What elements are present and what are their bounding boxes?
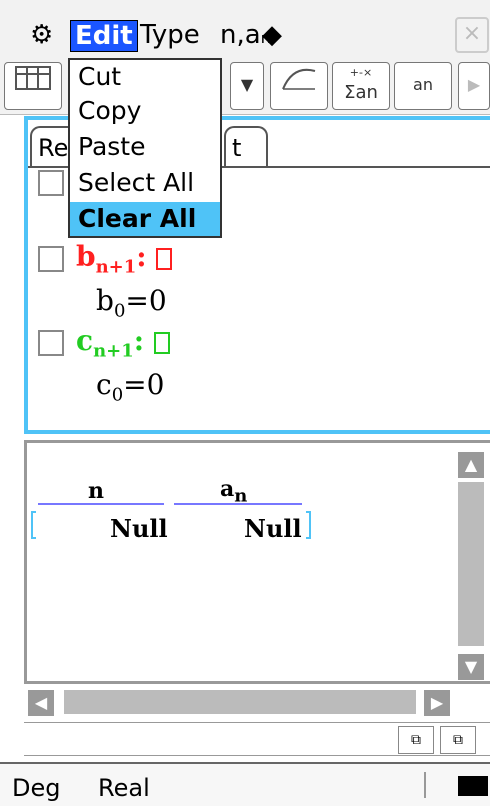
menu-item-select-all[interactable]: Select All xyxy=(78,166,194,200)
paste-button[interactable]: ⧉ xyxy=(440,726,476,754)
empty-slot-icon xyxy=(153,331,170,354)
gear-icon[interactable]: ⚙ xyxy=(30,20,53,50)
vertical-scrollbar[interactable] xyxy=(458,482,484,646)
arrow-right-icon: ▶ xyxy=(430,693,444,712)
menu-item-paste[interactable]: Paste xyxy=(78,130,145,164)
operator-icon: +-× xyxy=(349,66,373,79)
table-icon xyxy=(15,66,51,90)
divider xyxy=(424,772,426,798)
battery-icon xyxy=(458,776,488,796)
angle-mode[interactable]: Deg xyxy=(12,774,60,802)
scroll-down-button[interactable]: ▼ xyxy=(458,654,484,680)
type-menu[interactable]: Type xyxy=(140,20,200,50)
c-initial: c0=0 xyxy=(96,368,165,406)
menu-item-clear-all[interactable]: Clear All xyxy=(70,202,220,236)
b-formula[interactable]: bn+1: xyxy=(76,240,173,278)
arrow-left-icon: ◀ xyxy=(34,693,48,712)
graph-icon xyxy=(282,68,316,90)
an-label: an xyxy=(413,75,433,94)
chevron-down-icon: ▼ xyxy=(240,75,254,94)
checkbox-c[interactable] xyxy=(38,330,64,356)
checkbox-b[interactable] xyxy=(38,246,64,272)
sum-button[interactable]: +-× Σan xyxy=(332,62,390,110)
scroll-right-small-button[interactable]: ▶ xyxy=(424,690,450,716)
horizontal-scrollbar[interactable] xyxy=(64,690,416,714)
an-button[interactable]: an xyxy=(394,62,452,110)
sum-label: Σan xyxy=(344,82,378,103)
copy-icon: ⧉ xyxy=(411,732,421,748)
diamond-menu[interactable]: ◆ xyxy=(262,20,282,50)
number-mode[interactable]: Real xyxy=(98,774,150,802)
edit-dropdown: Cut Copy Paste Select All Clear All xyxy=(68,58,222,238)
menu-item-cut[interactable]: Cut xyxy=(78,60,121,94)
graph-button[interactable] xyxy=(270,62,328,110)
arrow-down-icon: ▼ xyxy=(464,657,478,676)
cell-n[interactable]: Null xyxy=(110,514,168,543)
c-formula[interactable]: cn+1: xyxy=(76,324,170,362)
tab-explicit[interactable]: t xyxy=(224,126,268,168)
status-bar: Deg Real xyxy=(0,762,490,806)
header-an: an xyxy=(220,476,248,507)
table-view-button[interactable] xyxy=(4,62,62,110)
arrow-up-icon: ▲ xyxy=(464,455,478,474)
paste-icon: ⧉ xyxy=(453,732,463,748)
dropdown-arrow-button[interactable]: ▼ xyxy=(230,62,264,110)
header-n: n xyxy=(88,478,104,504)
play-right-icon: ▶ xyxy=(467,75,481,94)
scroll-up-button[interactable]: ▲ xyxy=(458,452,484,478)
menu-item-copy[interactable]: Copy xyxy=(78,94,141,128)
b-initial: b0=0 xyxy=(96,284,167,322)
cell-an[interactable]: Null xyxy=(244,514,302,543)
scroll-left-button[interactable]: ◀ xyxy=(28,690,54,716)
copy-button[interactable]: ⧉ xyxy=(398,726,434,754)
empty-slot-icon xyxy=(156,247,173,270)
edit-menu[interactable]: Edit xyxy=(70,20,138,52)
checkbox-a[interactable] xyxy=(38,170,64,196)
scroll-right-button[interactable]: ▶ xyxy=(458,62,490,110)
menu-bar: ⚙ Edit Type n,aₙ ◆ × xyxy=(0,0,490,59)
close-button[interactable]: × xyxy=(455,17,489,53)
